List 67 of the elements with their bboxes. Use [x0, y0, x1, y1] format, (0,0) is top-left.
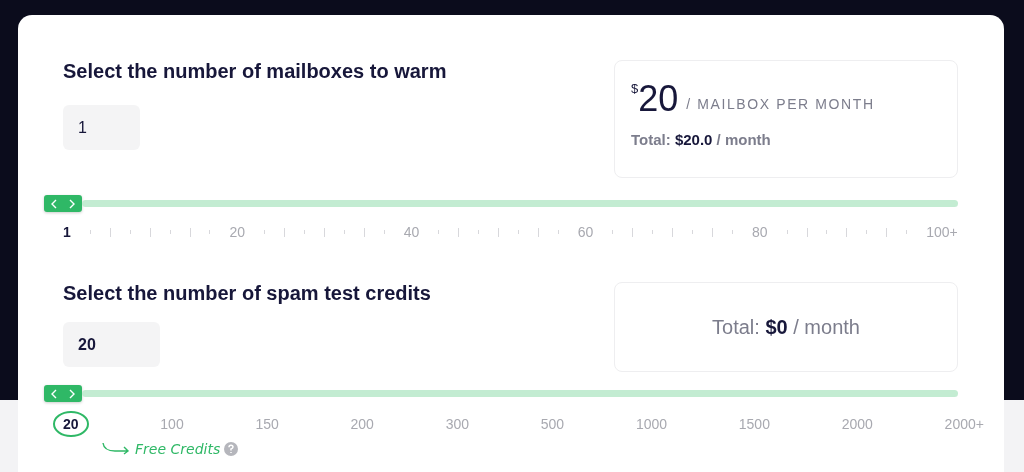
total-text: Total: $20.0 / month: [631, 131, 772, 148]
tick-mark: [886, 227, 888, 237]
tick-mark: [458, 227, 460, 237]
scale-label[interactable]: 1500: [738, 416, 770, 432]
tick-mark: [209, 230, 211, 234]
tick-mark: [438, 230, 440, 234]
scale-label[interactable]: 2000: [841, 416, 873, 432]
tick-mark: [498, 227, 499, 237]
scale-label[interactable]: 1000: [635, 416, 668, 432]
slider-handle[interactable]: [44, 195, 82, 212]
tick-mark: [632, 227, 634, 237]
tick-mark: [672, 227, 674, 237]
slider-handle[interactable]: [44, 385, 82, 402]
tick-mark: [89, 230, 91, 234]
tick-mark: [612, 230, 614, 234]
tick-mark: [806, 227, 808, 237]
tick-mark: [363, 227, 365, 237]
scale-label[interactable]: 200: [350, 416, 374, 432]
scale-label[interactable]: 20: [229, 224, 245, 240]
tick-mark: [826, 230, 828, 234]
tick-mark: [129, 230, 131, 234]
price-amount: 20: [638, 79, 679, 119]
tick-mark: [169, 230, 171, 234]
tick-mark: [906, 230, 908, 234]
tick-mark: [383, 230, 385, 234]
tick-mark: [303, 230, 305, 234]
curved-arrow-icon: [101, 442, 131, 456]
tick-mark: [786, 230, 788, 234]
tick-mark: [712, 227, 714, 237]
section-heading: Select the number of mailboxes to warm: [63, 60, 447, 83]
scale-label[interactable]: 2000+: [944, 416, 984, 432]
tick-mark: [149, 227, 151, 237]
scale-label[interactable]: 300: [445, 416, 469, 432]
scale-label[interactable]: 40: [403, 224, 420, 240]
tick-mark: [846, 227, 848, 237]
tick-mark: [263, 230, 265, 234]
scale-label[interactable]: 20: [53, 411, 89, 437]
price-unit: / MAILBOX PER MONTH: [686, 96, 875, 112]
scale-label[interactable]: 100+: [926, 224, 958, 240]
scale-label[interactable]: 500: [540, 416, 565, 432]
scale-label[interactable]: 1: [63, 224, 71, 240]
chevrons-icon: [50, 388, 76, 399]
scale-label[interactable]: 100: [160, 416, 184, 432]
tick-mark: [323, 227, 325, 237]
tick-mark: [537, 227, 539, 237]
help-icon[interactable]: [224, 442, 239, 456]
tick-mark: [692, 230, 694, 234]
scale-label[interactable]: 150: [255, 416, 279, 432]
total-text: Total: $0 / month: [712, 315, 860, 339]
tick-mark: [343, 230, 345, 234]
scale-label[interactable]: 80: [752, 224, 768, 240]
currency-symbol: $: [631, 81, 639, 96]
number-input[interactable]: 20: [63, 322, 160, 367]
chevrons-icon: [50, 198, 76, 209]
section-heading: Select the number of spam test credits: [63, 282, 431, 305]
tick-mark: [189, 227, 191, 237]
tick-mark: [517, 230, 519, 234]
scale-label[interactable]: 60: [577, 224, 594, 240]
tick-mark: [866, 230, 868, 234]
tick-mark: [557, 230, 559, 234]
tick-mark: [652, 230, 654, 234]
tick-mark: [732, 230, 734, 234]
free-credits-note: Free Credits: [135, 441, 221, 457]
tick-mark: [109, 227, 111, 237]
tick-mark: [478, 230, 480, 234]
number-input[interactable]: 1: [63, 105, 140, 150]
tick-mark: [283, 227, 285, 237]
